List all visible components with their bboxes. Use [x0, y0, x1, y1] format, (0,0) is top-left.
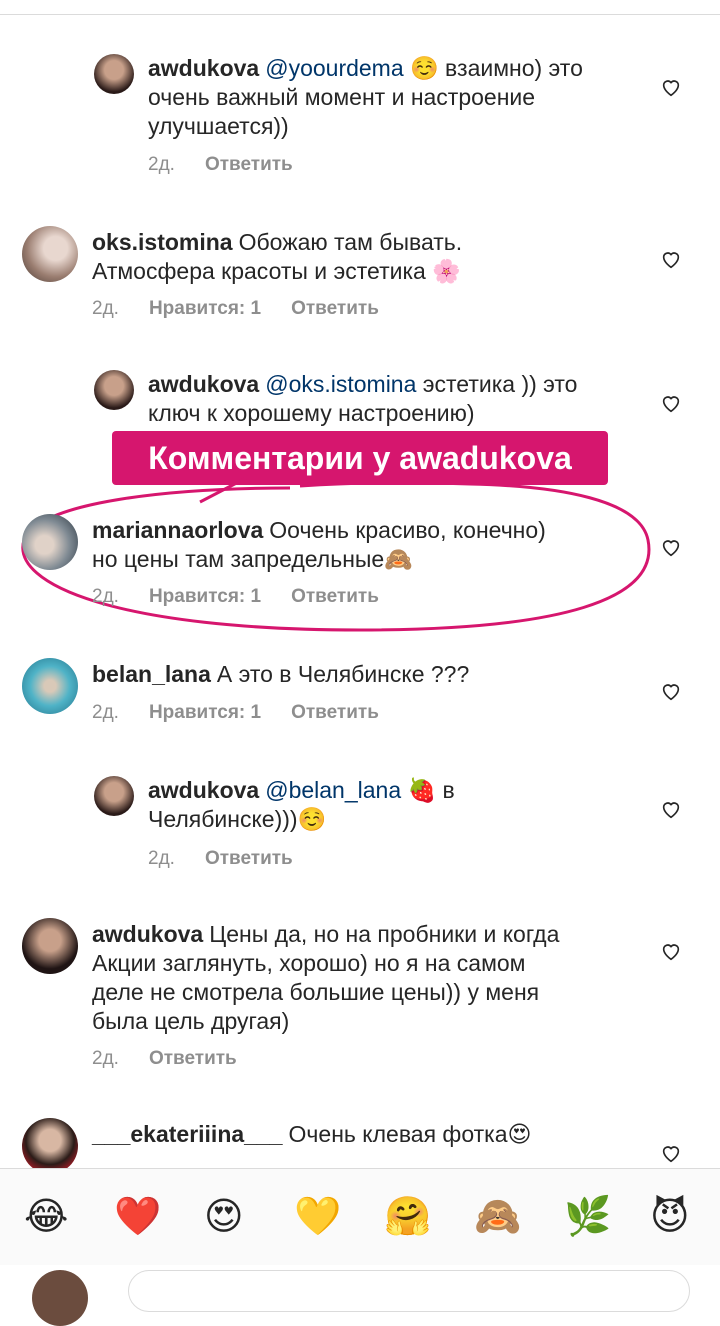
comment-username[interactable]: ___ekateriiina___ [92, 1121, 283, 1147]
mention-link[interactable]: @belan_lana [265, 777, 401, 803]
comment-time: 2д. [92, 702, 119, 723]
comment-time: 2д. [148, 154, 175, 175]
avatar[interactable] [22, 226, 78, 282]
comment-username[interactable]: awdukova [148, 777, 259, 803]
reply-button[interactable]: Ответить [291, 702, 379, 723]
comment-username[interactable]: mariannaorlova [92, 517, 263, 543]
likes-count[interactable]: Нравится: 1 [149, 702, 261, 723]
comment-time: 2д. [92, 298, 119, 319]
comment-text: была цель другая) [92, 1008, 290, 1034]
avatar[interactable] [94, 54, 134, 94]
emoji-yellow-heart-button[interactable]: 💛 [294, 1195, 341, 1239]
heart-icon[interactable] [660, 798, 682, 820]
emoji-quick-bar: 😂 ❤️ 😍 💛 🤗 🙈 🌿 😈 [0, 1168, 720, 1265]
top-divider [0, 0, 720, 15]
heart-icon[interactable] [660, 680, 682, 702]
likes-count[interactable]: Нравится: 1 [149, 298, 261, 319]
comment-text: эстетика )) это [416, 371, 578, 397]
comment-text: ☺️ взаимно) это [403, 55, 583, 81]
comment-text: А это в Челябинске ??? [216, 661, 470, 687]
comment-text: ключ к хорошему настроению) [148, 400, 475, 426]
comment-text: очень важный момент и настроение [148, 84, 536, 110]
likes-count[interactable]: Нравится: 1 [149, 586, 261, 607]
mention-link[interactable]: @oks.istomina [265, 371, 416, 397]
reply-button[interactable]: Ответить [205, 848, 293, 869]
emoji-monkey-button[interactable]: 🙈 [474, 1195, 521, 1239]
heart-icon[interactable] [660, 940, 682, 962]
comment-time: 2д. [92, 586, 119, 607]
emoji-devil-button[interactable]: 😈 [650, 1195, 690, 1239]
reply-button[interactable]: Ответить [291, 586, 379, 607]
heart-icon[interactable] [660, 1142, 682, 1164]
avatar [32, 1270, 88, 1326]
reply-button[interactable]: Ответить [149, 1048, 237, 1069]
reply-button[interactable]: Ответить [205, 154, 293, 175]
avatar[interactable] [22, 658, 78, 714]
comment-text: деле не смотрела большие цены)) у меня [92, 979, 540, 1005]
comment-time: 2д. [148, 848, 175, 869]
comment-text: Оочень красиво, конечно) [269, 517, 546, 543]
comment-username[interactable]: awdukova [148, 55, 259, 81]
avatar[interactable] [22, 918, 78, 974]
comment-text: Цены да, но на пробники и когда [209, 921, 560, 947]
heart-icon[interactable] [660, 76, 682, 98]
comment-username[interactable]: awdukova [148, 371, 259, 397]
comment-username[interactable]: awdukova [92, 921, 203, 947]
heart-icon[interactable] [660, 392, 682, 414]
avatar[interactable] [22, 1118, 78, 1174]
avatar[interactable] [22, 514, 78, 570]
comment-input[interactable] [128, 1270, 690, 1312]
heart-icon[interactable] [660, 536, 682, 558]
comment-text: 🍓 в [401, 777, 455, 803]
avatar[interactable] [94, 776, 134, 816]
emoji-herb-button[interactable]: 🌿 [564, 1195, 611, 1239]
emoji-joy-button[interactable]: 😂 [24, 1195, 68, 1239]
comment-text: Очень клевая фотка😍 [288, 1121, 532, 1147]
avatar[interactable] [94, 370, 134, 410]
comment-username[interactable]: belan_lana [92, 661, 211, 687]
reply-button[interactable]: Ответить [291, 298, 379, 319]
comment-text: Челябинске)))☺️ [148, 806, 327, 832]
heart-icon[interactable] [660, 248, 682, 270]
comment-time: 2д. [92, 1048, 119, 1069]
mention-link[interactable]: @yoourdema [265, 55, 403, 81]
comment-text: Акции заглянуть, хорошо) но я на самом [92, 950, 526, 976]
comment-username[interactable]: oks.istomina [92, 229, 233, 255]
comment-text: Атмосфера красоты и эстетика 🌸 [92, 258, 461, 284]
comment-text: Обожаю там бывать. [238, 229, 463, 255]
comment-text: но цены там запредельные🙈 [92, 546, 413, 572]
emoji-heart-button[interactable]: ❤️ [114, 1195, 161, 1239]
emoji-hug-button[interactable]: 🤗 [384, 1195, 431, 1239]
comment-text: улучшается)) [148, 113, 289, 139]
emoji-heart-eyes-button[interactable]: 😍 [204, 1195, 244, 1239]
